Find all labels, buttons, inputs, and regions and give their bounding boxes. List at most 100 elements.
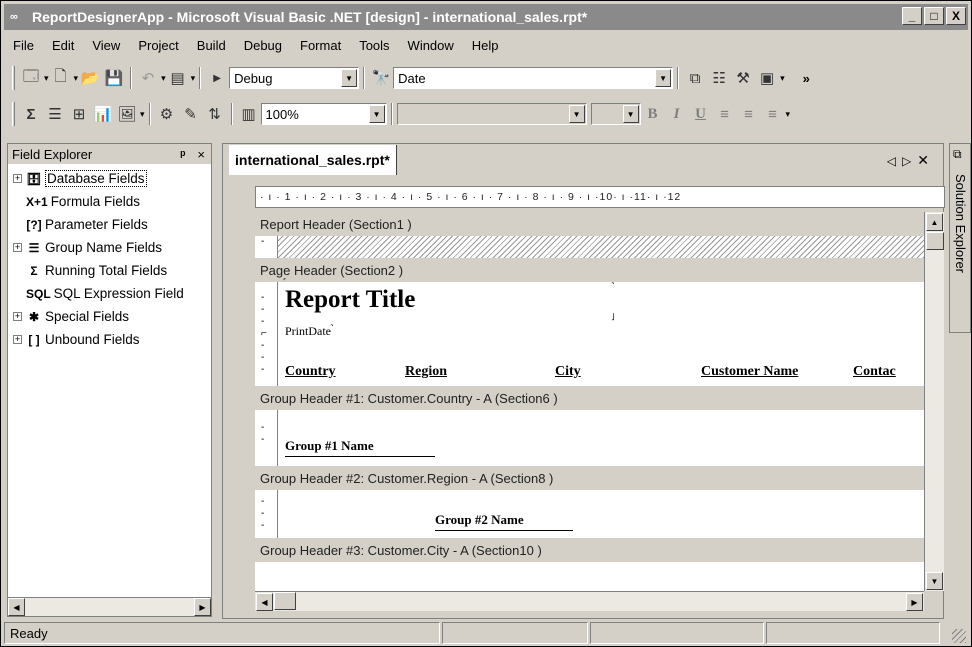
- font-select[interactable]: ▼: [396, 103, 587, 125]
- expand-icon[interactable]: +: [13, 312, 22, 321]
- scroll-thumb[interactable]: [926, 232, 944, 250]
- align-right-icon[interactable]: ≡: [761, 102, 785, 126]
- report-vscroll[interactable]: ▲ ▼: [924, 212, 944, 591]
- tab-next-icon[interactable]: ▷: [902, 154, 917, 168]
- chevron-down-icon[interactable]: ▼: [568, 105, 585, 123]
- scroll-left-icon[interactable]: ◀: [8, 598, 25, 616]
- menu-tools[interactable]: Tools: [350, 38, 398, 53]
- section-page-header[interactable]: Page Header (Section2 ): [255, 258, 924, 282]
- chevron-down-icon[interactable]: ▼: [655, 69, 672, 87]
- close-icon[interactable]: ×: [197, 147, 205, 162]
- chevron-down-icon[interactable]: ▼: [622, 105, 639, 123]
- menu-help[interactable]: Help: [463, 38, 508, 53]
- chevron-down-icon[interactable]: ▼: [368, 105, 385, 123]
- column-header-city[interactable]: City: [555, 364, 581, 380]
- tree-item[interactable]: + [ ] Unbound Fields: [8, 328, 211, 351]
- close-icon[interactable]: ✕: [917, 152, 935, 168]
- sort-icon[interactable]: ⇅: [203, 102, 227, 126]
- menu-file[interactable]: File: [4, 38, 43, 53]
- close-button[interactable]: X: [946, 7, 966, 25]
- scroll-left-icon[interactable]: ◀: [256, 593, 273, 611]
- picture-icon[interactable]: 🖼: [115, 102, 139, 126]
- chevron-down-icon[interactable]: ▼: [341, 69, 358, 87]
- align-left-icon[interactable]: ≡: [713, 102, 737, 126]
- chevron-down-icon[interactable]: ▾: [191, 73, 196, 84]
- minimize-button[interactable]: _: [902, 7, 922, 25]
- section-group-header-2[interactable]: Group Header #2: Customer.Region - A (Se…: [255, 466, 924, 490]
- tree-item[interactable]: X+1 Formula Fields: [8, 190, 211, 213]
- menu-project[interactable]: Project: [129, 38, 187, 53]
- chevron-down-icon[interactable]: ▾: [786, 109, 791, 120]
- section-group-header-3[interactable]: Group Header #3: Customer.City - A (Sect…: [255, 538, 924, 562]
- solution-explorer-icon[interactable]: ⧉: [683, 66, 707, 90]
- scroll-down-icon[interactable]: ▼: [926, 572, 943, 590]
- toolbar-grip[interactable]: [12, 66, 15, 90]
- print-date[interactable]: PrintDate: [285, 324, 331, 339]
- undo-icon[interactable]: ↶: [136, 66, 160, 90]
- chevron-down-icon[interactable]: ▾: [140, 109, 145, 120]
- tab-prev-icon[interactable]: ◁: [887, 154, 902, 168]
- menu-debug[interactable]: Debug: [235, 38, 291, 53]
- maximize-button[interactable]: □: [924, 7, 944, 25]
- new-project-icon[interactable]: 🗔: [19, 66, 43, 90]
- chevron-down-icon[interactable]: ▾: [780, 73, 785, 84]
- solution-config-select[interactable]: Debug ▼: [229, 67, 360, 89]
- expand-icon[interactable]: +: [13, 174, 22, 183]
- scroll-right-icon[interactable]: ▶: [194, 598, 211, 616]
- find-combo[interactable]: Date ▼: [393, 67, 674, 89]
- scroll-right-icon[interactable]: ▶: [906, 593, 923, 611]
- bold-button[interactable]: B: [641, 106, 665, 123]
- font-size-select[interactable]: ▼: [590, 103, 641, 125]
- scroll-up-icon[interactable]: ▲: [926, 213, 943, 231]
- zoom-select[interactable]: 100% ▼: [260, 103, 387, 125]
- start-icon[interactable]: ▶: [205, 66, 229, 90]
- tree-item[interactable]: + ☰ Group Name Fields: [8, 236, 211, 259]
- formula-workshop-icon[interactable]: ✎: [179, 102, 203, 126]
- report-hscroll[interactable]: ◀ ▶: [255, 591, 924, 611]
- expand-icon[interactable]: +: [13, 335, 22, 344]
- menu-format[interactable]: Format: [291, 38, 350, 53]
- align-center-icon[interactable]: ≡: [737, 102, 761, 126]
- report-options-icon[interactable]: ▥: [237, 102, 261, 126]
- column-header-contact[interactable]: Contac: [853, 364, 896, 380]
- save-icon[interactable]: 💾: [102, 66, 126, 90]
- chart-icon[interactable]: 📊: [91, 102, 115, 126]
- section-group-header-1[interactable]: Group Header #1: Customer.Country - A (S…: [255, 386, 924, 410]
- toolbar-grip[interactable]: [12, 102, 15, 126]
- menu-edit[interactable]: Edit: [43, 38, 83, 53]
- scroll-thumb[interactable]: [274, 592, 296, 610]
- toolbox-icon[interactable]: ⚒: [731, 66, 755, 90]
- column-header-customer-name[interactable]: Customer Name: [701, 364, 798, 380]
- find-icon[interactable]: 🔭: [369, 66, 393, 90]
- pin-icon[interactable]: ᵖ: [180, 147, 185, 162]
- menu-window[interactable]: Window: [399, 38, 463, 53]
- section-report-header[interactable]: Report Header (Section1 ): [255, 212, 924, 236]
- resize-grip[interactable]: [952, 629, 966, 643]
- class-view-icon[interactable]: ▣: [755, 66, 779, 90]
- report-title[interactable]: Report Title: [285, 286, 415, 314]
- underline-button[interactable]: U: [689, 106, 713, 123]
- tree-item[interactable]: + 🗄 Database Fields: [8, 167, 211, 190]
- solution-explorer-tab[interactable]: ⧉ Solution Explorer: [949, 143, 971, 333]
- expand-icon[interactable]: +: [13, 243, 22, 252]
- italic-button[interactable]: I: [665, 106, 689, 123]
- add-item-icon[interactable]: 🗋: [49, 66, 73, 90]
- insert-group-icon[interactable]: ☰: [43, 102, 67, 126]
- column-header-country[interactable]: Country: [285, 364, 336, 380]
- select-expert-icon[interactable]: ⚙: [155, 102, 179, 126]
- tree-item[interactable]: SQL SQL Expression Field: [8, 282, 211, 305]
- menu-view[interactable]: View: [83, 38, 129, 53]
- navigate-icon[interactable]: ▤: [166, 66, 190, 90]
- tree-item[interactable]: Σ Running Total Fields: [8, 259, 211, 282]
- tree-item[interactable]: [?] Parameter Fields: [8, 213, 211, 236]
- tab-international-sales[interactable]: international_sales.rpt*: [229, 145, 397, 175]
- group-1-name-field[interactable]: Group #1 Name: [285, 438, 435, 457]
- field-explorer-hscroll[interactable]: ◀ ▶: [7, 597, 212, 617]
- tree-item[interactable]: + ✱ Special Fields: [8, 305, 211, 328]
- properties-icon[interactable]: ☷: [707, 66, 731, 90]
- column-header-region[interactable]: Region: [405, 364, 447, 380]
- sigma-icon[interactable]: Σ: [19, 102, 43, 126]
- open-icon[interactable]: 📂: [78, 66, 102, 90]
- subreport-icon[interactable]: ⊞: [67, 102, 91, 126]
- overflow-icon[interactable]: »: [803, 71, 810, 86]
